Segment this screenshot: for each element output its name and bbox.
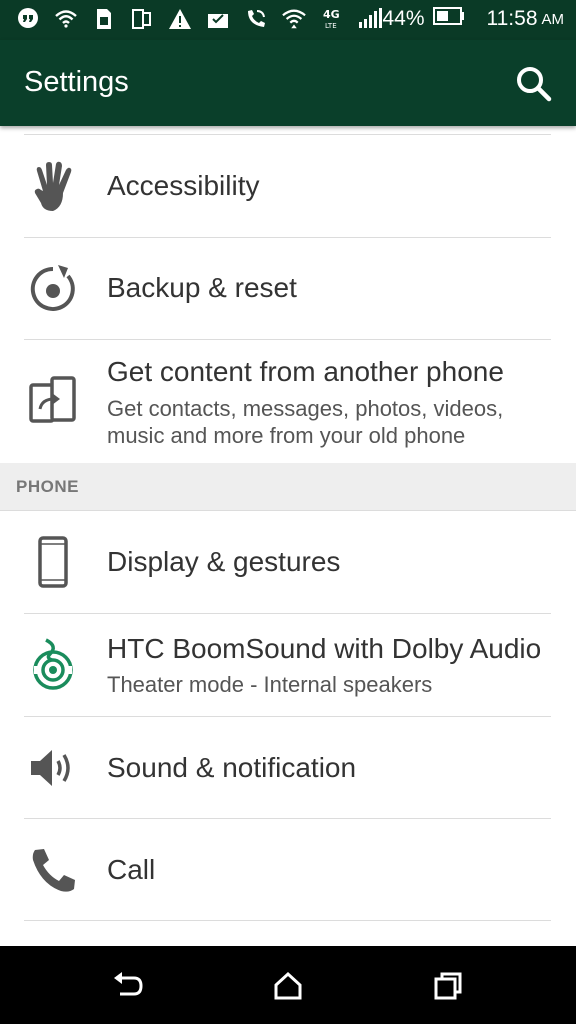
settings-item-call[interactable]: Call — [0, 819, 576, 921]
divider — [24, 134, 551, 135]
settings-list[interactable]: Accessibility Backup & reset Get content… — [0, 126, 576, 946]
settings-item-title: Display & gestures — [107, 546, 341, 577]
settings-item-subtitle: Theater mode - Internal speakers — [107, 672, 433, 697]
settings-item-sound-notification[interactable]: Sound & notification — [0, 717, 576, 819]
settings-item-title: HTC BoomSound with Dolby Audio — [107, 633, 542, 664]
svg-text:LTE: LTE — [325, 22, 337, 30]
dual-screen-icon — [130, 6, 154, 32]
settings-item-title: Accessibility — [107, 170, 260, 201]
svg-text:4G: 4G — [323, 8, 340, 21]
4g-lte-icon: 4G LTE — [320, 6, 344, 32]
warning-icon — [168, 6, 192, 32]
hangouts-icon — [16, 6, 40, 32]
clock-ampm: AM — [541, 10, 565, 28]
search-button[interactable] — [514, 64, 554, 104]
phone-call-icon — [26, 843, 80, 897]
settings-item-get-content[interactable]: Get content from another phone Get conta… — [0, 340, 576, 463]
status-bar: 4G LTE 44% 11:58 AM — [0, 0, 576, 40]
navigation-bar — [0, 946, 576, 1024]
home-button[interactable] — [268, 966, 308, 1006]
accessibility-hand-icon — [26, 160, 80, 214]
wifi-calling-icon — [244, 6, 268, 32]
settings-item-accessibility[interactable]: Accessibility — [0, 136, 576, 238]
search-icon — [517, 67, 552, 102]
app-bar: Settings — [0, 40, 576, 126]
cell-signal-icon — [358, 6, 382, 32]
wifi-signal-icon — [282, 6, 306, 32]
speaker-icon — [26, 741, 80, 795]
settings-item-title: Sound & notification — [107, 752, 357, 783]
sim-icon — [92, 6, 116, 32]
section-header-phone: PHONE — [0, 463, 576, 511]
settings-item-title: Backup & reset — [107, 272, 297, 303]
phone-display-icon — [26, 535, 80, 589]
back-button[interactable] — [108, 966, 148, 1006]
backup-reset-icon — [26, 262, 80, 316]
wifi-icon — [54, 6, 78, 32]
transfer-phone-icon — [26, 374, 80, 428]
settings-item-title: Get content from another phone — [107, 356, 504, 387]
back-icon — [114, 972, 143, 996]
settings-item-boomsound[interactable]: HTC BoomSound with Dolby Audio Theater m… — [0, 614, 576, 717]
page-title: Settings — [24, 66, 129, 98]
recent-apps-icon — [434, 972, 462, 1000]
settings-item-display-gestures[interactable]: Display & gestures — [0, 511, 576, 614]
divider — [24, 920, 551, 921]
settings-item-title: Call — [107, 854, 156, 885]
battery-icon — [432, 6, 465, 32]
home-icon — [274, 971, 302, 1000]
section-header-label: PHONE — [16, 477, 79, 496]
battery-percent: 44% — [382, 7, 425, 30]
recent-apps-button[interactable] — [428, 966, 468, 1006]
clock-time: 11:58 — [486, 7, 538, 30]
inbox-check-icon — [206, 6, 230, 32]
settings-item-backup-reset[interactable]: Backup & reset — [0, 238, 576, 340]
settings-item-subtitle: Get contacts, messages, photos, videos, … — [107, 396, 504, 448]
boomsound-icon — [26, 638, 80, 692]
